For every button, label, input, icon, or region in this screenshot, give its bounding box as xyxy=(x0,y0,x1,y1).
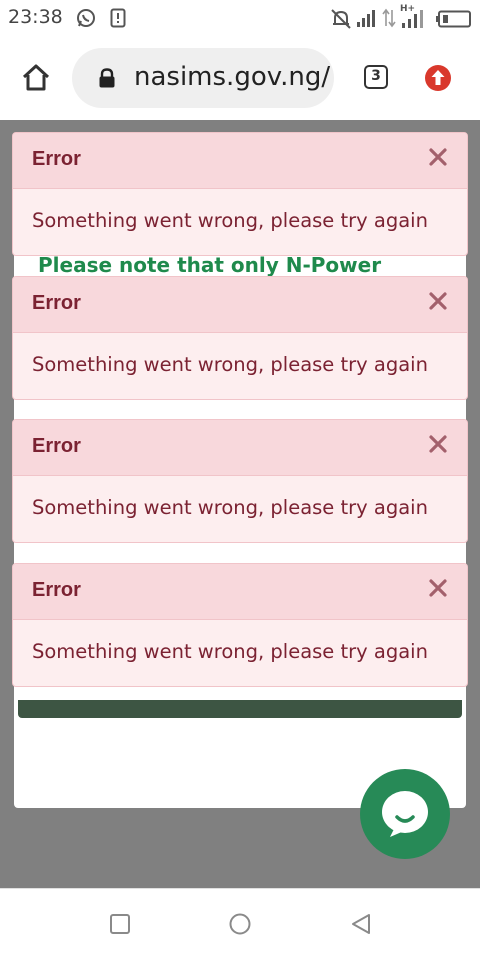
error-toast: Error Something went wrong, please try a… xyxy=(12,276,468,400)
toast-header: Error xyxy=(13,277,467,333)
chat-icon xyxy=(382,791,428,837)
error-toast: Error Something went wrong, please try a… xyxy=(12,563,468,687)
page-overlay: Please note that only N-Power Error Some… xyxy=(0,120,480,888)
page-card-footer xyxy=(18,700,462,718)
alert-icon xyxy=(110,8,126,32)
close-icon[interactable] xyxy=(427,290,449,312)
error-toast: Error Something went wrong, please try a… xyxy=(12,132,468,256)
signal-icon xyxy=(356,8,378,32)
status-bar: 23:38 H+ xyxy=(0,0,480,36)
toast-message: Something went wrong, please try again xyxy=(32,209,428,232)
whatsapp-icon xyxy=(76,8,96,32)
data-transfer-icon xyxy=(382,8,396,32)
toast-header: Error xyxy=(13,564,467,620)
url-text: nasims.gov.ng/ xyxy=(134,62,331,92)
toast-header: Error xyxy=(13,133,467,189)
error-toast: Error Something went wrong, please try a… xyxy=(12,419,468,543)
toast-message: Something went wrong, please try again xyxy=(32,353,428,376)
home-nav-icon[interactable] xyxy=(227,911,253,937)
battery-icon xyxy=(436,10,472,32)
toast-header: Error xyxy=(13,420,467,476)
update-icon[interactable] xyxy=(424,64,452,92)
address-bar[interactable]: nasims.gov.ng/ xyxy=(72,48,334,108)
toast-title: Error xyxy=(32,292,81,314)
muted-bell-icon xyxy=(330,8,352,34)
toast-title: Error xyxy=(32,148,81,170)
toast-message: Something went wrong, please try again xyxy=(32,640,428,663)
tabs-icon[interactable]: 3 xyxy=(364,65,388,89)
system-nav-bar xyxy=(0,888,480,960)
status-time: 23:38 xyxy=(8,6,63,28)
toast-title: Error xyxy=(32,435,81,457)
browser-toolbar: nasims.gov.ng/ 3 xyxy=(0,36,480,120)
toast-message: Something went wrong, please try again xyxy=(32,496,428,519)
recents-icon[interactable] xyxy=(107,911,133,937)
chat-button[interactable] xyxy=(360,769,450,859)
notice-text: Please note that only N-Power xyxy=(38,253,382,277)
close-icon[interactable] xyxy=(427,433,449,455)
home-icon[interactable] xyxy=(20,62,52,94)
back-icon[interactable] xyxy=(348,911,374,937)
lock-icon xyxy=(98,68,116,92)
close-icon[interactable] xyxy=(427,577,449,599)
toast-title: Error xyxy=(32,579,81,601)
close-icon[interactable] xyxy=(427,146,449,168)
